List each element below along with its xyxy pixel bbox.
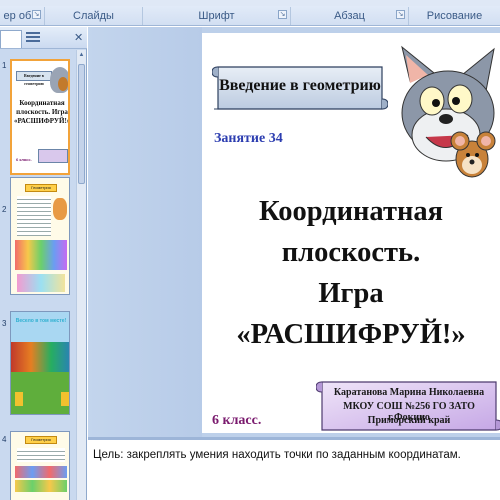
ribbon-group-paragraph[interactable]: Абзац ↘ [290,7,408,25]
slides-tab-icon[interactable] [0,30,22,48]
ribbon-group-font-label: Шрифт [198,10,235,22]
thumb-figures-row [15,466,67,478]
course-title: Введение в геометрию [219,77,381,94]
slide-number: 1 [2,61,7,70]
lesson-number: Занятие 34 [214,131,283,146]
thumb-letter-a [15,392,23,406]
scroll-up-icon[interactable]: ▲ [78,52,85,60]
thumbnail-slide-3[interactable]: Весело в том месте! [10,311,70,415]
thumb-title: Введение в геометрию [16,71,52,86]
thumb-figures-row [15,240,67,270]
pane-tabs: ✕ [0,27,87,49]
current-slide[interactable]: Введение в геометрию Занятие 34 Координа… [202,33,500,433]
close-icon[interactable]: ✕ [74,31,83,44]
thumbnail-slide-1[interactable]: Введение в геометрию Координатная плоско… [10,59,70,175]
thumb-author-box [38,149,68,163]
thumb-heading: Координатная плоскость. Игра «РАСШИФРУЙ!… [14,99,70,125]
thumbnail-slide-2[interactable]: Геометрия [10,177,70,295]
thumb-title: Геометрия [25,184,57,192]
slides-pane: ✕ 1 Введение в геометрию Координатная пл… [0,27,87,500]
grade-label: 6 класс. [212,413,262,428]
ribbon-group-paragraph-label: Абзац [334,10,365,22]
ribbon-group-slides-label: Слайды [73,10,114,22]
cartoon-cat-and-mouse [401,45,496,178]
heading-line-1: Координатная плоскость. [258,196,444,268]
ribbon-group-clipboard[interactable]: ер об... ↘ [0,7,44,25]
thumbnail-slide-4[interactable]: Геометрия [10,431,70,500]
scrollbar-thumb[interactable] [78,64,85,184]
ribbon-group-font[interactable]: Шрифт ↘ [142,7,290,25]
ribbon-group-slides[interactable]: Слайды [44,7,142,25]
thumb-figure [53,198,67,220]
thumb-grade: 6 класс. [16,157,32,162]
thumb-figures-row-2 [15,480,67,492]
editing-area-margin [88,27,202,437]
launcher-icon[interactable]: ↘ [396,10,405,19]
slide-number: 2 [2,205,7,214]
launcher-icon[interactable]: ↘ [278,10,287,19]
ribbon-group-drawing[interactable]: Рисование [408,7,500,25]
author-region: Приморский край [367,415,451,426]
thumb-letter-b [61,392,69,406]
slide-number: 3 [2,319,7,328]
thumb-text-block [17,448,65,462]
launcher-icon[interactable]: ↘ [32,10,41,19]
thumb-title: Весело в том месте! [15,318,67,324]
ribbon: ер об... ↘ Слайды Шрифт ↘ Абзац ↘ Рисова… [0,0,500,26]
ribbon-top-strip [0,0,500,6]
slide-heading: Координатная плоскость. Игра «РАСШИФРУЙ!… [202,191,500,355]
thumb-figures-row-2 [17,274,65,292]
notes-pane[interactable]: Цель: закреплять умения находить точки п… [88,437,500,500]
thumb-title: Геометрия [25,436,57,444]
ribbon-group-drawing-label: Рисование [426,10,483,22]
outline-tab-icon[interactable] [26,32,40,45]
slide-number: 4 [2,435,7,444]
thumb-text-block [17,196,51,236]
thumb-houses [11,342,69,372]
thumbnails-scrollbar[interactable]: ▲ [76,50,86,500]
heading-line-2: Игра «РАСШИФРУЙ!» [236,278,466,350]
notes-text[interactable]: Цель: закреплять умения находить точки п… [93,449,461,461]
author-name: Каратанова Марина Николаевна [333,387,485,398]
cartoon-mouse-thumb [58,77,68,91]
